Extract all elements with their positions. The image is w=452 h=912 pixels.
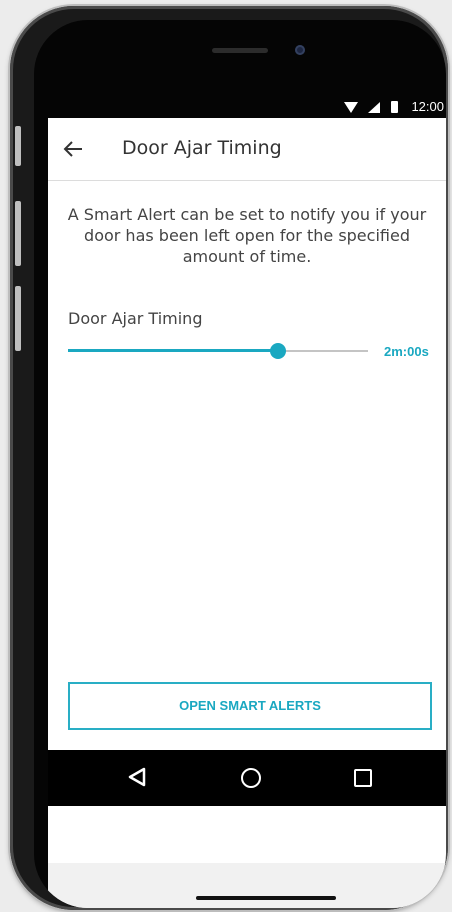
status-time: 12:00 (411, 99, 444, 114)
door-ajar-timing-slider[interactable] (68, 343, 368, 359)
battery-icon (391, 101, 398, 113)
slider-thumb[interactable] (270, 343, 286, 359)
bottom-band (48, 863, 446, 908)
app-screen: Door Ajar Timing A Smart Alert can be se… (48, 118, 446, 750)
home-indicator[interactable] (196, 896, 336, 900)
slider-value: 2m:00s (384, 344, 429, 359)
slider-label: Door Ajar Timing (68, 309, 203, 328)
bottom-area (48, 806, 446, 908)
home-circle-icon[interactable] (241, 768, 261, 788)
front-camera (295, 45, 305, 55)
page-title: Door Ajar Timing (122, 137, 282, 159)
app-bar: Door Ajar Timing (48, 118, 446, 181)
wifi-icon (344, 102, 358, 117)
phone-inner-bezel: 12:00 Door Ajar Timing A Smart Alert can… (34, 20, 446, 908)
status-bar: 12:00 (48, 97, 446, 117)
recent-square-icon[interactable] (354, 769, 372, 787)
description-text: A Smart Alert can be set to notify you i… (67, 205, 427, 266)
slider-fill (68, 349, 278, 352)
android-nav-bar (48, 750, 446, 806)
back-arrow-icon[interactable] (60, 136, 86, 162)
phone-frame: 12:00 Door Ajar Timing A Smart Alert can… (10, 6, 448, 910)
back-triangle-icon[interactable] (128, 767, 146, 791)
side-button (15, 126, 21, 166)
open-smart-alerts-button[interactable]: OPEN SMART ALERTS (68, 682, 432, 730)
earpiece-speaker (212, 48, 268, 53)
volume-up-button (15, 201, 21, 266)
volume-down-button (15, 286, 21, 351)
signal-icon (368, 102, 380, 117)
